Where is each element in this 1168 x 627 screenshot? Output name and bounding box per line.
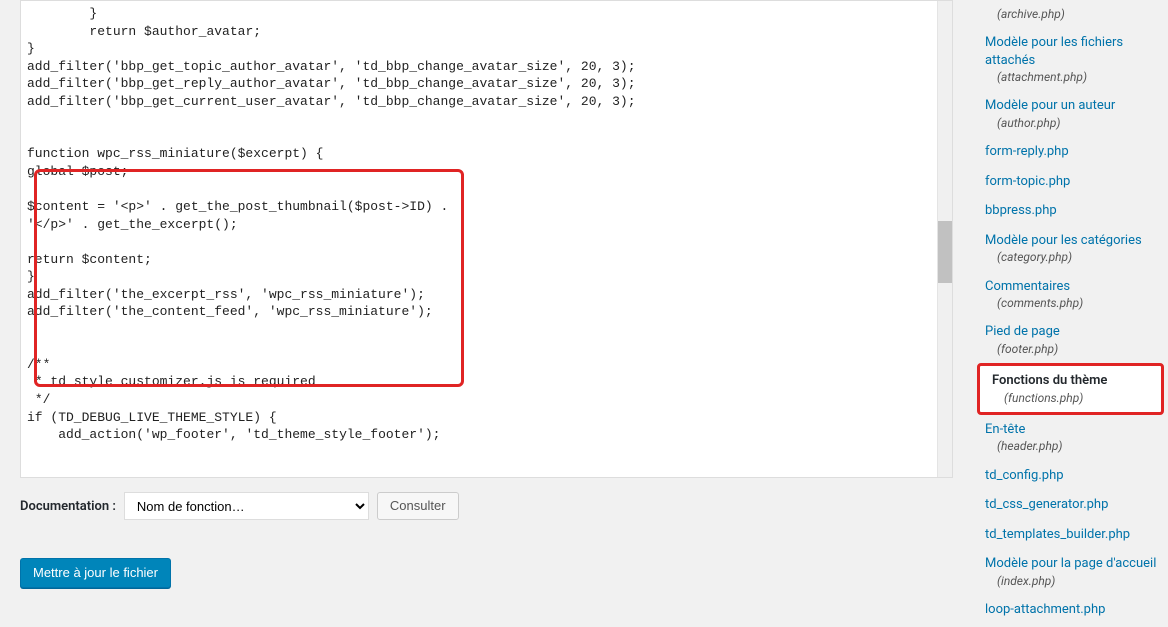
file-item[interactable]: (archive.php)	[973, 0, 1168, 28]
file-item-link[interactable]: Commentaires	[985, 278, 1158, 296]
file-item[interactable]: Modèle pour les fichiers attachés(attach…	[973, 28, 1168, 91]
file-item-link[interactable]: Modèle pour les fichiers attachés	[985, 34, 1158, 69]
file-item-link[interactable]: Modèle pour les catégories	[985, 232, 1158, 250]
file-item[interactable]: bbpress.php	[973, 196, 1168, 226]
editor-scroll-thumb[interactable]	[938, 221, 952, 283]
file-item-sub: (footer.php)	[985, 341, 1158, 357]
file-item-sub: (header.php)	[985, 438, 1158, 454]
editor-scrollbar[interactable]	[937, 1, 952, 477]
file-item[interactable]: Modèle pour un auteur(author.php)	[973, 91, 1168, 137]
file-item[interactable]: Commentaires(comments.php)	[973, 272, 1168, 318]
documentation-row: Documentation : Nom de fonction… Consult…	[20, 492, 953, 520]
file-item[interactable]: Modèle pour la page d'accueil(index.php)	[973, 549, 1168, 595]
file-item-sub: (category.php)	[985, 249, 1158, 265]
file-sidebar: (archive.php) Modèle pour les fichiers at…	[973, 0, 1168, 627]
file-item[interactable]: td_config.php	[973, 461, 1168, 491]
file-item-link[interactable]: td_templates_builder.php	[985, 526, 1158, 544]
file-item[interactable]: td_css_generator.php	[973, 490, 1168, 520]
file-item-sub: (index.php)	[985, 573, 1158, 589]
file-item-link[interactable]: form-reply.php	[985, 143, 1158, 161]
update-file-button[interactable]: Mettre à jour le fichier	[20, 558, 171, 588]
file-item-link[interactable]: td_config.php	[985, 467, 1158, 485]
function-select[interactable]: Nom de fonction…	[124, 492, 369, 520]
file-item[interactable]: Modèle pour les catégories(category.php)	[973, 226, 1168, 272]
file-item-link[interactable]: form-topic.php	[985, 173, 1158, 191]
file-item-link[interactable]: td_css_generator.php	[985, 496, 1158, 514]
file-item[interactable]: En-tête(header.php)	[973, 415, 1168, 461]
file-item[interactable]: Pied de page(footer.php)	[973, 317, 1168, 363]
code-editor[interactable]	[20, 0, 953, 478]
file-item[interactable]: td_templates_builder.php	[973, 520, 1168, 550]
file-item-sub: (archive.php)	[985, 6, 1158, 22]
file-item[interactable]: form-reply.php	[973, 137, 1168, 167]
file-item-link[interactable]: loop-attachment.php	[985, 601, 1158, 619]
code-editor-container	[20, 0, 953, 478]
consult-button[interactable]: Consulter	[377, 492, 459, 520]
file-item-sub: (comments.php)	[985, 295, 1158, 311]
file-item-sub: (author.php)	[985, 115, 1158, 131]
file-item[interactable]: Fonctions du thème (functions.php)	[977, 363, 1164, 415]
file-item-sub: (functions.php)	[992, 390, 1151, 406]
file-item-sub: (attachment.php)	[985, 69, 1158, 85]
file-item[interactable]: form-topic.php	[973, 167, 1168, 197]
documentation-label: Documentation :	[20, 499, 116, 514]
file-item-title: Fonctions du thème	[992, 373, 1107, 388]
file-item[interactable]: loop-attachment.php	[973, 595, 1168, 625]
theme-file-list: (archive.php) Modèle pour les fichiers at…	[973, 0, 1168, 624]
file-item-link[interactable]: bbpress.php	[985, 202, 1158, 220]
file-item-link[interactable]: Modèle pour la page d'accueil	[985, 555, 1158, 573]
editor-main: Documentation : Nom de fonction… Consult…	[0, 0, 973, 627]
file-item-link[interactable]: En-tête	[985, 421, 1158, 439]
file-item-link[interactable]: Modèle pour un auteur	[985, 97, 1158, 115]
file-item-link[interactable]: Pied de page	[985, 323, 1158, 341]
